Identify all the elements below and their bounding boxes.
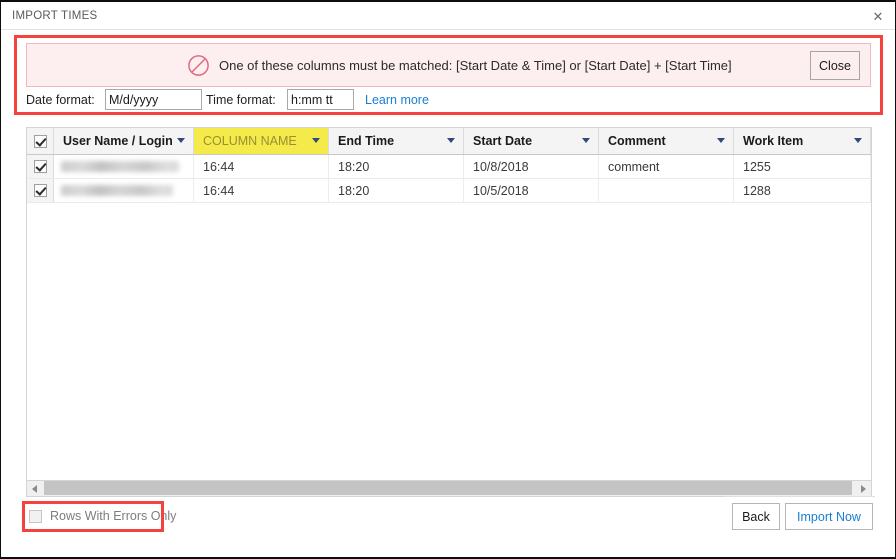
cell-column-name[interactable]: 16:44	[194, 179, 329, 202]
row-select-checkbox[interactable]	[33, 160, 47, 173]
rows-with-errors-only-row[interactable]: Rows With Errors Only	[29, 507, 176, 525]
triangle-left-icon[interactable]	[27, 481, 43, 495]
import-preview-grid: User Name / Login COLUMN NAME End Time Star…	[26, 127, 872, 481]
time-format-input[interactable]	[287, 89, 354, 110]
grid-header-label-user-name-login: User Name / Login	[63, 134, 173, 148]
date-format-label: Date format:	[26, 93, 95, 107]
grid-header-cell-select-all[interactable]	[27, 128, 54, 154]
cell-user-name-login[interactable]	[54, 155, 194, 178]
chevron-down-icon[interactable]	[177, 138, 185, 143]
window-titlebar: IMPORT TIMES ✕	[1, 2, 895, 30]
validation-banner-region: One of these columns must be matched: [S…	[17, 38, 880, 112]
cell-column-name[interactable]: 16:44	[194, 155, 329, 178]
redacted-user-name	[61, 185, 173, 196]
chevron-down-icon[interactable]	[717, 138, 725, 143]
row-select-cell[interactable]	[27, 155, 54, 178]
import-times-dialog: IMPORT TIMES ✕ One of these columns must…	[0, 0, 896, 559]
grid-header-label-work-item: Work Item	[743, 134, 804, 148]
triangle-right-icon[interactable]	[855, 481, 871, 495]
table-row[interactable]: 16:44 18:20 10/8/2018 comment 1255	[27, 155, 871, 179]
cell-end-time[interactable]: 18:20	[329, 179, 464, 202]
grid-header-cell-start-date[interactable]: Start Date	[464, 128, 599, 154]
table-row[interactable]: 16:44 18:20 10/5/2018 1288	[27, 179, 871, 203]
time-format-label: Time format:	[206, 93, 276, 107]
cell-user-name-login[interactable]	[54, 179, 194, 202]
cell-work-item[interactable]: 1288	[734, 179, 871, 202]
page-title: IMPORT TIMES	[12, 10, 98, 22]
cell-start-date[interactable]: 10/5/2018	[464, 179, 599, 202]
grid-header-label-end-time: End Time	[338, 134, 395, 148]
grid-header-cell-user-name-login[interactable]: User Name / Login	[54, 128, 194, 154]
grid-header-label-start-date: Start Date	[473, 134, 533, 148]
grid-header-cell-work-item[interactable]: Work Item	[734, 128, 871, 154]
grid-header-row: User Name / Login COLUMN NAME End Time Star…	[27, 128, 871, 155]
validation-banner: One of these columns must be matched: [S…	[26, 43, 871, 87]
import-now-button[interactable]: Import Now	[785, 503, 873, 530]
chevron-down-icon[interactable]	[447, 138, 455, 143]
grid-header-cell-comment[interactable]: Comment	[599, 128, 734, 154]
banner-close-button[interactable]: Close	[810, 51, 860, 80]
cell-work-item[interactable]: 1255	[734, 155, 871, 178]
learn-more-link[interactable]: Learn more	[365, 93, 429, 107]
select-all-checkbox[interactable]	[33, 134, 47, 148]
cell-comment[interactable]: comment	[599, 155, 734, 178]
row-select-checkbox[interactable]	[33, 184, 47, 197]
row-select-cell[interactable]	[27, 179, 54, 202]
cell-start-date[interactable]: 10/8/2018	[464, 155, 599, 178]
cell-comment[interactable]	[599, 179, 734, 202]
grid-header-label-column-name: COLUMN NAME	[194, 134, 297, 148]
grid-horizontal-scrollbar[interactable]	[26, 481, 872, 497]
redacted-user-name	[61, 161, 179, 172]
rows-with-errors-only-checkbox[interactable]	[29, 509, 42, 523]
grid-header-label-comment: Comment	[608, 134, 666, 148]
chevron-down-icon[interactable]	[854, 138, 862, 143]
cell-end-time[interactable]: 18:20	[329, 155, 464, 178]
footer-divider	[725, 496, 875, 497]
rows-with-errors-only-label: Rows With Errors Only	[50, 509, 177, 523]
validation-message: One of these columns must be matched: [S…	[219, 58, 732, 73]
date-format-input[interactable]	[105, 89, 202, 110]
scrollbar-thumb[interactable]	[44, 481, 852, 495]
grid-body: 16:44 18:20 10/8/2018 comment 1255 16:44 18:20…	[27, 155, 871, 480]
chevron-down-icon[interactable]	[312, 138, 320, 143]
grid-header-cell-column-name[interactable]: COLUMN NAME	[194, 128, 329, 154]
back-button[interactable]: Back	[732, 503, 780, 530]
chevron-down-icon[interactable]	[582, 138, 590, 143]
close-icon[interactable]: ✕	[869, 8, 887, 26]
grid-header-cell-end-time[interactable]: End Time	[329, 128, 464, 154]
prohibition-icon	[187, 54, 210, 77]
